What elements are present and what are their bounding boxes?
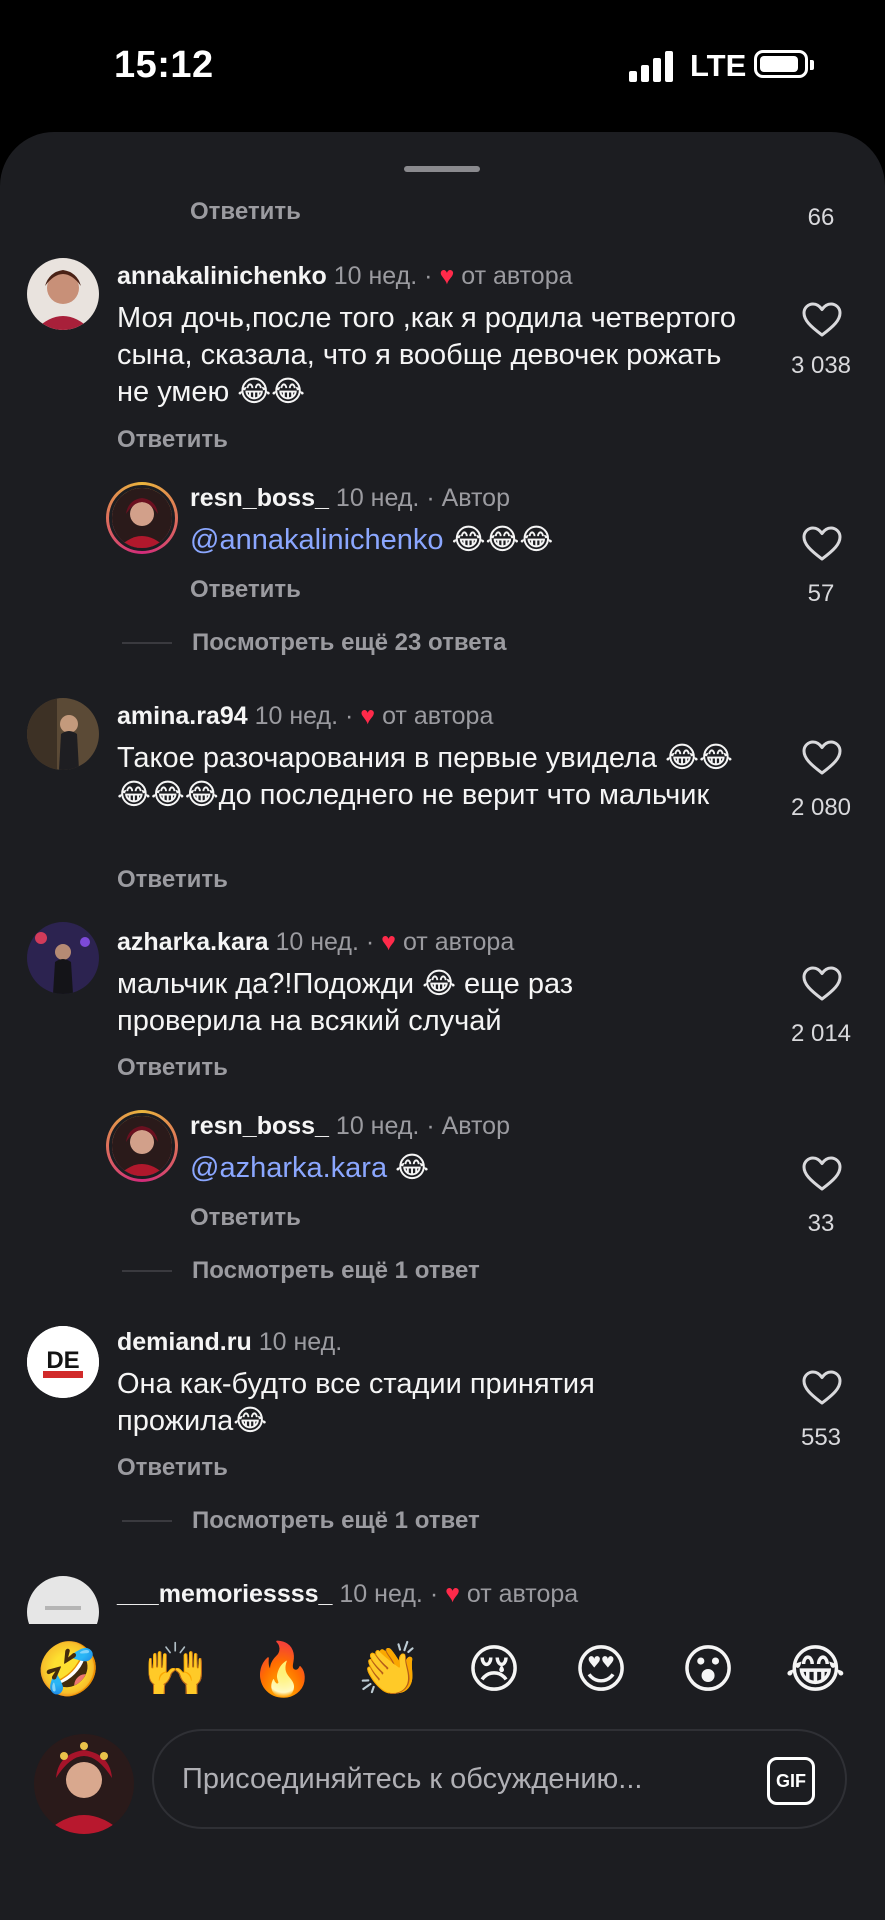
comment-meta: annakalinichenko 10 нед. · ♥ от автора bbox=[117, 262, 573, 290]
clap-emoji-button[interactable]: 👏 bbox=[357, 1640, 422, 1700]
comment-time: 10 нед. bbox=[339, 1580, 423, 1608]
comment-meta: demiand.ru 10 нед. bbox=[117, 1328, 342, 1357]
comment-time: 10 нед. bbox=[258, 1328, 343, 1356]
like-count: 3 038 bbox=[790, 352, 852, 379]
heart-filled-icon: ♥ bbox=[360, 702, 376, 730]
username[interactable]: annakalinichenko bbox=[117, 262, 327, 290]
comment-meta: resn_boss_ 10 нед. · Автор bbox=[190, 484, 510, 512]
status-time: 15:12 bbox=[114, 44, 214, 86]
comment-time: 10 нед. bbox=[335, 1112, 420, 1140]
liked-by-author-label: от автора bbox=[466, 1580, 579, 1608]
reply-button[interactable]: Ответить bbox=[190, 198, 301, 226]
like-count: 66 bbox=[807, 204, 835, 231]
comment-text: @annakalinichenko 😂😂😂 bbox=[190, 524, 554, 556]
username[interactable]: demiand.ru bbox=[117, 1328, 252, 1356]
avatar[interactable] bbox=[27, 1576, 99, 1624]
mention-link[interactable]: @azharka.kara bbox=[190, 1152, 387, 1184]
status-bar: 15:12 LTE bbox=[0, 0, 885, 130]
avatar[interactable] bbox=[27, 698, 99, 770]
username[interactable]: ___memoriessss_ bbox=[117, 1580, 332, 1608]
reply-button[interactable]: Ответить bbox=[117, 866, 228, 894]
view-more-replies-button[interactable]: Посмотреть ещё 23 ответа bbox=[192, 629, 506, 657]
comment-meta: resn_boss_ 10 нед. · Автор bbox=[190, 1112, 510, 1140]
author-badge: Автор bbox=[441, 484, 510, 512]
view-more-replies-button[interactable]: Посмотреть ещё 1 ответ bbox=[192, 1257, 480, 1285]
heart-outline-icon[interactable] bbox=[802, 302, 842, 338]
comment-list[interactable]: Ответить 66 annakalinichenko 10 нед. · ♥… bbox=[0, 132, 885, 1624]
battery-icon bbox=[754, 50, 814, 78]
fire-emoji-button[interactable]: 🔥 bbox=[250, 1640, 315, 1700]
username[interactable]: resn_boss_ bbox=[190, 484, 329, 512]
comment-meta: ___memoriessss_ 10 нед. · ♥ от автора bbox=[117, 1580, 579, 1608]
liked-by-author-label: от автора bbox=[461, 262, 573, 290]
avatar[interactable] bbox=[27, 922, 99, 994]
comment-text: @azharka.kara 😂 bbox=[190, 1152, 430, 1184]
avatar[interactable] bbox=[106, 1110, 178, 1182]
like-count: 553 bbox=[800, 1424, 842, 1451]
my-avatar bbox=[34, 1734, 134, 1834]
raised-hands-emoji-button[interactable]: 🙌 bbox=[143, 1640, 208, 1700]
like-count: 33 bbox=[807, 1210, 835, 1237]
rofl-emoji-button[interactable]: 🤣 bbox=[36, 1640, 101, 1700]
comment-text: мальчик да?!Подожди 😂 еще раз проверила … bbox=[117, 968, 574, 1037]
username[interactable]: amina.ra94 bbox=[117, 702, 248, 730]
view-more-replies-button[interactable]: Посмотреть ещё 1 ответ bbox=[192, 1507, 480, 1535]
avatar[interactable] bbox=[106, 482, 178, 554]
comment-time: 10 нед. bbox=[275, 928, 359, 956]
emoji-quick-bar: 🤣 🙌 🔥 👏 😢 😍 😮 😂 bbox=[0, 1624, 885, 1724]
divider bbox=[122, 642, 172, 644]
tears-of-joy-emoji-button[interactable]: 😂 bbox=[785, 1640, 846, 1700]
comment-input-placeholder: Присоединяйтесь к обсуждению... bbox=[182, 1763, 643, 1795]
heart-outline-icon[interactable] bbox=[802, 526, 842, 562]
svg-text:DE: DE bbox=[46, 1347, 79, 1374]
comment-text: Такое разочарования в первые увидела 😂😂😂… bbox=[117, 742, 733, 811]
author-badge: Автор bbox=[441, 1112, 510, 1140]
heart-outline-icon[interactable] bbox=[802, 740, 842, 776]
avatar[interactable]: DE bbox=[27, 1326, 99, 1398]
crying-emoji-button[interactable]: 😢 bbox=[464, 1640, 524, 1700]
signal-icon bbox=[629, 50, 675, 82]
reply-button[interactable]: Ответить bbox=[117, 1454, 228, 1482]
like-count: 57 bbox=[807, 580, 835, 607]
heart-eyes-emoji-button[interactable]: 😍 bbox=[571, 1640, 631, 1700]
divider bbox=[122, 1520, 172, 1522]
surprised-emoji-button[interactable]: 😮 bbox=[678, 1640, 738, 1700]
heart-outline-icon[interactable] bbox=[802, 1156, 842, 1192]
like-count: 2 014 bbox=[790, 1020, 852, 1047]
reply-button[interactable]: Ответить bbox=[117, 1054, 228, 1082]
comment-input[interactable]: Присоединяйтесь к обсуждению... GIF bbox=[152, 1729, 847, 1829]
comment-time: 10 нед. bbox=[254, 702, 339, 730]
comment-meta: amina.ra94 10 нед. · ♥ от автора bbox=[117, 702, 494, 730]
comment-input-row: Присоединяйтесь к обсуждению... GIF bbox=[0, 1724, 885, 1920]
reply-button[interactable]: Ответить bbox=[117, 426, 228, 454]
username[interactable]: azharka.kara bbox=[117, 928, 269, 956]
heart-outline-icon[interactable] bbox=[802, 966, 842, 1002]
comment-text: Моя дочь,после того ,как я родила четвер… bbox=[117, 302, 736, 408]
reply-button[interactable]: Ответить bbox=[190, 1204, 301, 1232]
gif-button[interactable]: GIF bbox=[767, 1757, 815, 1805]
liked-by-author-label: от автора bbox=[402, 928, 515, 956]
heart-outline-icon[interactable] bbox=[802, 1370, 842, 1406]
reply-button[interactable]: Ответить bbox=[190, 576, 301, 604]
heart-filled-icon: ♥ bbox=[381, 928, 396, 956]
divider bbox=[122, 1270, 172, 1272]
mention-link[interactable]: @annakalinichenko bbox=[190, 524, 444, 556]
heart-filled-icon: ♥ bbox=[439, 262, 455, 290]
like-count: 2 080 bbox=[790, 794, 852, 821]
liked-by-author-label: от автора bbox=[382, 702, 494, 730]
avatar[interactable] bbox=[27, 258, 99, 330]
comment-time: 10 нед. bbox=[333, 262, 418, 290]
comment-time: 10 нед. bbox=[335, 484, 420, 512]
heart-filled-icon: ♥ bbox=[445, 1580, 460, 1608]
comment-text: Она как-будто все стадии принятия прожил… bbox=[117, 1368, 595, 1437]
comments-sheet: Ответить 66 annakalinichenko 10 нед. · ♥… bbox=[0, 132, 885, 1920]
username[interactable]: resn_boss_ bbox=[190, 1112, 329, 1140]
comment-meta: azharka.kara 10 нед. · ♥ от автора bbox=[117, 928, 515, 956]
network-label: LTE bbox=[690, 48, 747, 83]
